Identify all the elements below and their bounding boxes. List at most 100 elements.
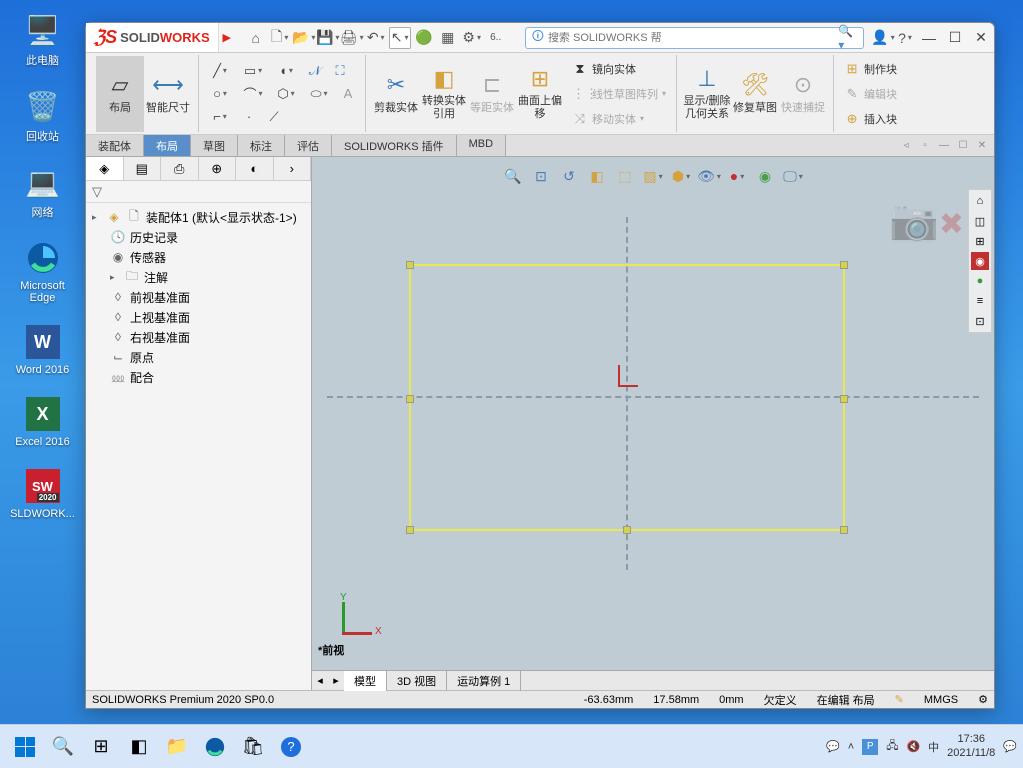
zoom-fit-icon[interactable]: 🔍 — [502, 165, 524, 187]
tray-p-icon[interactable]: P — [862, 739, 878, 755]
make-block-button[interactable]: ⊞制作块 — [840, 58, 901, 80]
tree-right-plane[interactable]: ◊右视基准面 — [88, 327, 309, 347]
tree-front-plane[interactable]: ◊前视基准面 — [88, 287, 309, 307]
arc-tool[interactable]: ⌒ — [238, 84, 268, 104]
side-tab-config[interactable]: ⎙ — [161, 157, 199, 180]
side-tab-more[interactable]: › — [274, 157, 312, 180]
text-tool[interactable]: A — [337, 84, 359, 104]
settings-button[interactable]: ⚙ — [461, 27, 483, 49]
save-button[interactable]: 💾 — [317, 27, 339, 49]
maximize-button[interactable]: ☐ — [942, 25, 968, 51]
desktop-icon-sw[interactable]: SW2020SLDWORK... — [10, 466, 75, 520]
tab-annotate[interactable]: 标注 — [238, 135, 285, 156]
layout-button[interactable]: ▱布局 — [96, 56, 144, 132]
edge-taskbar-button[interactable] — [196, 729, 234, 765]
explorer-button[interactable]: 📁 — [158, 729, 196, 765]
close-button[interactable]: ✕ — [968, 25, 994, 51]
tree-sensors[interactable]: ◉传感器 — [88, 247, 309, 267]
rt-2-icon[interactable]: ⊞ — [971, 232, 989, 250]
show-relations-button[interactable]: ⊥显示/删除几何关系 — [683, 56, 731, 132]
convert-button[interactable]: ◧转换实体引用 — [420, 56, 468, 132]
snap-button[interactable]: ⊙快速捕捉 — [779, 56, 827, 132]
widgets-button[interactable]: ◧ — [120, 729, 158, 765]
sub-close-button[interactable]: ✕ — [974, 137, 990, 153]
offset-button[interactable]: ⊏等距实体 — [468, 56, 516, 132]
tray-clock[interactable]: 17:362021/11/8 — [947, 733, 995, 759]
home-button[interactable]: ⌂ — [245, 27, 267, 49]
tab-layout[interactable]: 布局 — [144, 135, 191, 156]
desktop-icon-word[interactable]: WWord 2016 — [10, 322, 75, 376]
tab-mbd[interactable]: MBD — [457, 135, 506, 156]
user-button[interactable]: 👤 — [872, 27, 894, 49]
circle-tool[interactable]: ○ — [205, 84, 235, 104]
options-button[interactable]: ▦ — [437, 27, 459, 49]
ellipse-tool[interactable]: ⬭ — [304, 84, 334, 104]
help-taskbar-button[interactable]: ? — [272, 729, 310, 765]
sketch-rectangle[interactable] — [409, 264, 845, 531]
undo-button[interactable]: ↶ — [365, 27, 387, 49]
filter-row[interactable]: ▽ — [86, 181, 311, 203]
store-button[interactable]: 🛍 — [234, 729, 272, 765]
centerline-tool[interactable]: ⟋ — [263, 107, 285, 127]
tray-ime[interactable]: 中 — [928, 739, 939, 755]
btab-prev[interactable]: ◂ — [312, 674, 328, 687]
help-button[interactable]: ? — [894, 27, 916, 49]
trim-button[interactable]: ✂剪裁实体 — [372, 56, 420, 132]
tree-history[interactable]: 🕓历史记录 — [88, 227, 309, 247]
sub-prev-button[interactable]: ◃ — [898, 137, 914, 153]
tree-top-plane[interactable]: ◊上视基准面 — [88, 307, 309, 327]
rebuild-button[interactable]: 🟢 — [413, 27, 435, 49]
desktop-icon-pc[interactable]: 🖥️此电脑 — [10, 10, 75, 68]
prev-view-icon[interactable]: ↺ — [558, 165, 580, 187]
sketch-point[interactable] — [840, 261, 848, 269]
section-icon[interactable]: ◧ — [586, 165, 608, 187]
smart-dimension-button[interactable]: ⟷智能尺寸 — [144, 56, 192, 132]
slot-tool[interactable]: ◖ — [271, 61, 301, 81]
view-orient-icon[interactable]: ⬚ — [614, 165, 636, 187]
select-button[interactable]: ↖ — [389, 27, 411, 49]
search-input[interactable] — [548, 32, 838, 44]
bottom-tab-3dview[interactable]: 3D 视图 — [387, 671, 447, 691]
btab-next[interactable]: ▸ — [328, 674, 344, 687]
minimize-button[interactable]: — — [916, 25, 942, 51]
tab-evaluate[interactable]: 评估 — [285, 135, 332, 156]
zoom-area-icon[interactable]: ⊡ — [530, 165, 552, 187]
print-button[interactable]: 🖨 — [341, 27, 363, 49]
start-button[interactable] — [6, 729, 44, 765]
rt-1-icon[interactable]: ◫ — [971, 212, 989, 230]
rt-6-icon[interactable]: ⊡ — [971, 312, 989, 330]
search-box[interactable]: 🛈 🔍▾ — [525, 27, 864, 49]
search-glass-icon[interactable]: 🔍▾ — [838, 24, 857, 52]
sketch-point[interactable] — [623, 526, 631, 534]
tray-net-icon[interactable]: 🖧 — [886, 737, 898, 756]
surface-offset-button[interactable]: ⊞曲面上偏移 — [516, 56, 564, 132]
bottom-tab-motion[interactable]: 运动算例 1 — [447, 671, 521, 691]
side-tab-feature[interactable]: ◈ — [86, 157, 124, 180]
sketch-point[interactable] — [406, 261, 414, 269]
side-tab-dim[interactable]: ⊕ — [199, 157, 237, 180]
point-tool[interactable]: · — [238, 107, 260, 127]
line-tool[interactable]: ╱ — [205, 61, 235, 81]
sketch-point[interactable] — [406, 526, 414, 534]
tray-vol-icon[interactable]: 🔇 — [906, 740, 920, 753]
tree-mates[interactable]: ⅏配合 — [88, 367, 309, 387]
appearance-icon[interactable]: ● — [726, 165, 748, 187]
desktop-icon-network[interactable]: 💻网络 — [10, 162, 75, 220]
display-style-icon[interactable]: ▧ — [642, 165, 664, 187]
fillet-tool[interactable]: ⌐ — [205, 107, 235, 127]
move-button[interactable]: ⤨移动实体▾ — [568, 108, 670, 130]
tree-root[interactable]: ▸◈🗋装配体1 (默认<显示状态-1>) — [88, 207, 309, 227]
insert-block-button[interactable]: ⊕插入块 — [840, 108, 901, 130]
status-misc[interactable]: ⚙ — [978, 693, 988, 706]
viewport[interactable]: 🔍 ⊡ ↺ ◧ ⬚ ▧ ⬢ 👁 ● ◉ 🖵 — [312, 157, 994, 690]
side-tab-display[interactable]: ◐ — [236, 157, 274, 180]
mirror-button[interactable]: ⧗镜向实体 — [568, 58, 670, 80]
new-button[interactable]: 🗋 — [269, 27, 291, 49]
desktop-icon-recycle[interactable]: 🗑️回收站 — [10, 86, 75, 144]
box-tool[interactable]: ⛶ — [329, 61, 351, 81]
tray-teams-icon[interactable]: 💬 — [826, 740, 840, 753]
polygon-tool[interactable]: ⬡ — [271, 84, 301, 104]
cube-icon[interactable]: ⬢ — [670, 165, 692, 187]
desktop-icon-excel[interactable]: XExcel 2016 — [10, 394, 75, 448]
tree-origin[interactable]: ⌙原点 — [88, 347, 309, 367]
